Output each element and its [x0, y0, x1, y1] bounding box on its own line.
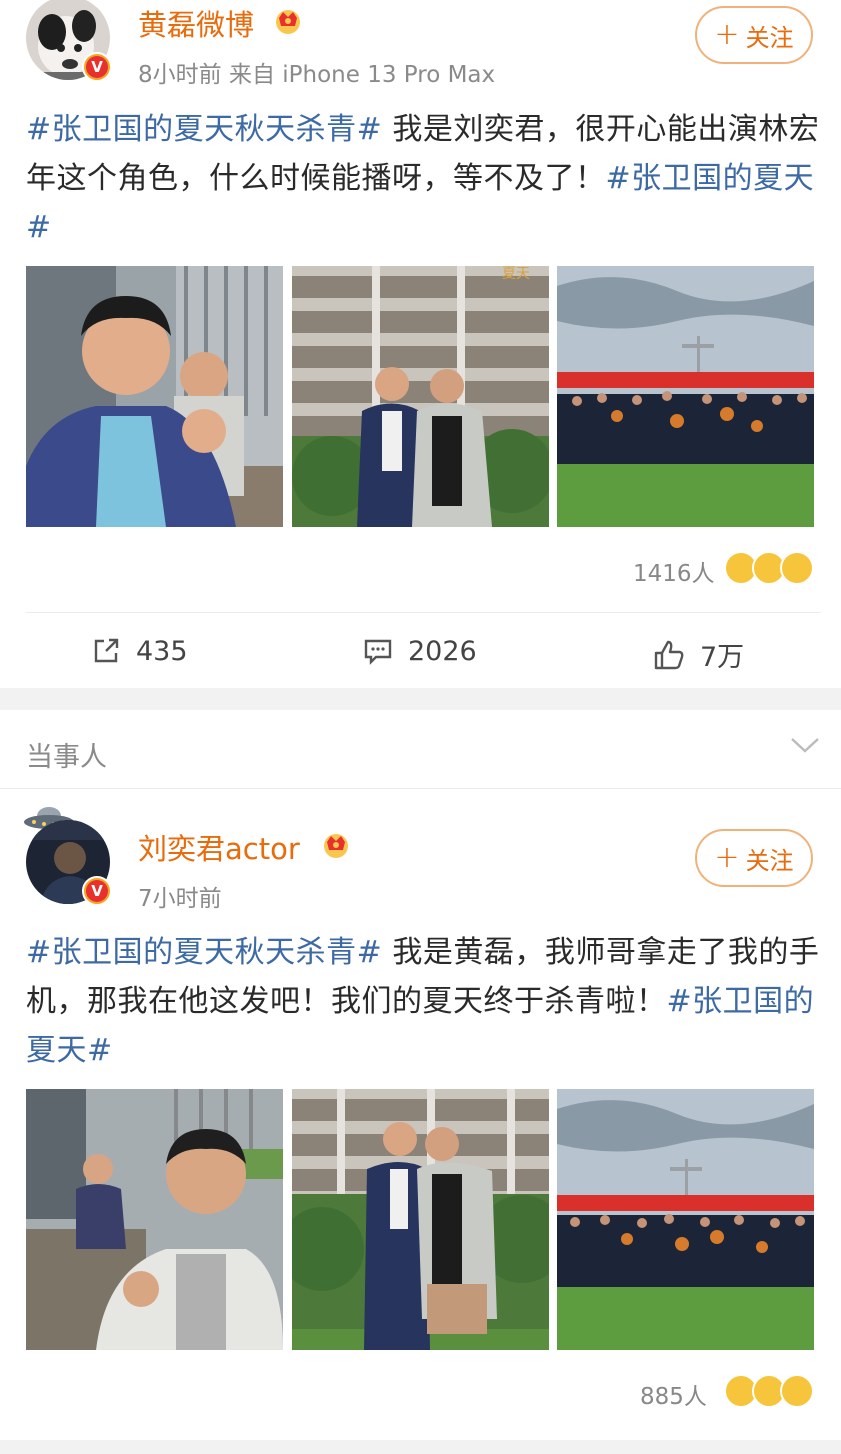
- post-meta: 7小时前: [138, 886, 222, 912]
- verified-badge-icon: V: [82, 876, 112, 906]
- laugh-emoji-icon: [780, 1374, 814, 1408]
- plus-icon: +: [714, 840, 740, 875]
- crown-icon: [324, 834, 348, 858]
- section-divider: [0, 1440, 841, 1454]
- hashtag-link[interactable]: #张卫国的夏天秋天杀青#: [26, 935, 382, 970]
- post-image-heart-pose[interactable]: [292, 1089, 549, 1350]
- follow-label: 关注: [745, 846, 794, 875]
- follow-button[interactable]: + 关注: [695, 829, 813, 887]
- post-image-group-photo[interactable]: [557, 1089, 814, 1350]
- post-text: #张卫国的夏天秋天杀青# 我是黄磊，我师哥拿走了我的手机，那我在他这发吧！我们的…: [26, 928, 821, 1075]
- post-2: V 刘奕君actor 7小时前 + 关注 #张卫国的夏天秋天杀青# 我是黄磊，我…: [0, 0, 841, 1440]
- reaction-count[interactable]: 885人: [640, 1377, 707, 1411]
- post-image-selfie[interactable]: [26, 1089, 283, 1350]
- author-name[interactable]: 刘奕君actor: [138, 826, 300, 868]
